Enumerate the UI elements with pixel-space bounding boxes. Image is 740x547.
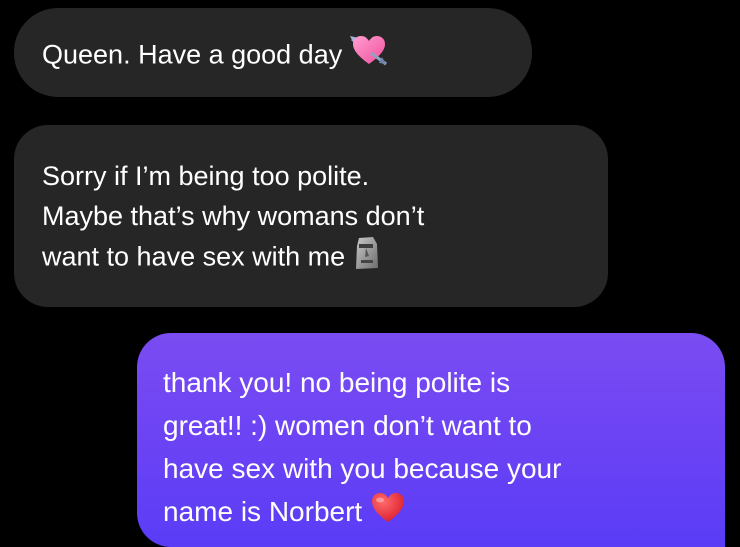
outgoing-message-bubble[interactable]: thank you! no being polite is great!! :)… — [137, 333, 725, 547]
message-line: have sex with you because your — [163, 453, 562, 484]
message-line: want to have sex with me — [42, 236, 608, 281]
heart-with-arrow-icon — [350, 34, 388, 79]
message-line: thank you! no being polite is — [163, 367, 511, 398]
message-line: name is Norbert — [163, 490, 725, 536]
message-line: Maybe that’s why womans don’t — [42, 201, 425, 231]
message-line: Sorry if I’m being too polite. — [42, 161, 370, 191]
incoming-message-bubble[interactable]: Queen. Have a good day — [14, 8, 532, 97]
moai-icon — [353, 236, 381, 281]
message-line: Queen. Have a good day — [42, 34, 532, 79]
message-line: great!! :) women don’t want to — [163, 410, 532, 441]
red-heart-icon — [370, 492, 406, 536]
incoming-message-bubble[interactable]: Sorry if I’m being too polite. Maybe tha… — [14, 125, 608, 307]
chat-thread: Queen. Have a good day Sorry if I’m bein… — [0, 0, 740, 547]
